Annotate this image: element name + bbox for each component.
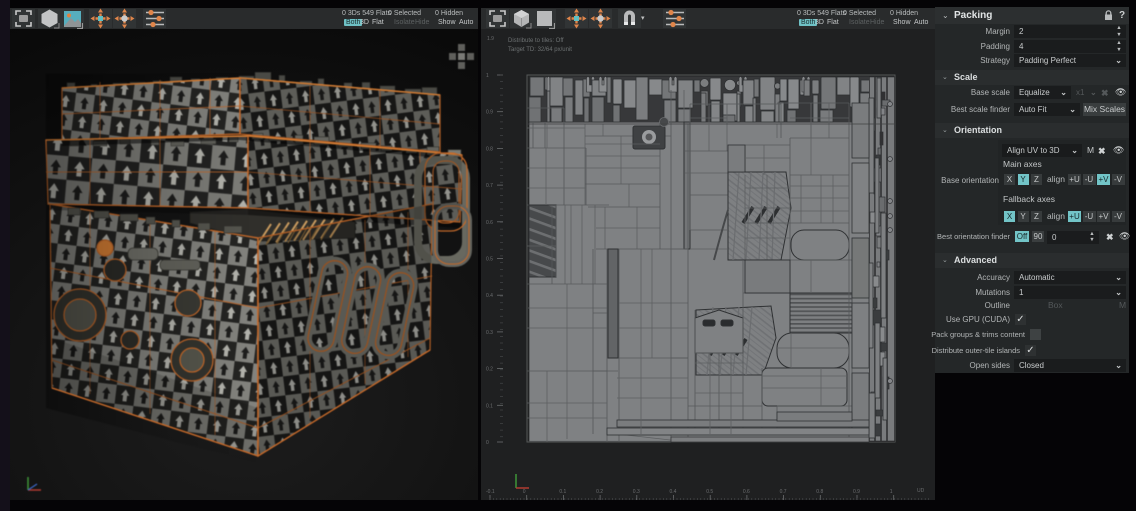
svg-text:0.8: 0.8 <box>486 146 493 152</box>
svg-text:Target TD: 32/64 px/unit: Target TD: 32/64 px/unit <box>508 47 572 53</box>
svg-text:0.5: 0.5 <box>706 489 713 495</box>
svg-text:0.4: 0.4 <box>670 489 677 495</box>
svg-text:0.7: 0.7 <box>780 489 787 495</box>
svg-text:1: 1 <box>486 73 489 79</box>
svg-text:UD: UD <box>917 488 925 494</box>
svg-text:0.3: 0.3 <box>633 489 640 495</box>
svg-text:0.8: 0.8 <box>816 489 823 495</box>
svg-text:0.6: 0.6 <box>743 489 750 495</box>
svg-text:0.2: 0.2 <box>596 489 603 495</box>
svg-text:0.4: 0.4 <box>486 293 493 299</box>
svg-text:0: 0 <box>486 440 489 446</box>
svg-text:0.6: 0.6 <box>486 220 493 226</box>
svg-text:0.5: 0.5 <box>486 257 493 263</box>
svg-text:0.3: 0.3 <box>486 330 493 336</box>
svg-text:1: 1 <box>890 489 893 495</box>
svg-text:-0.1: -0.1 <box>486 489 495 495</box>
svg-text:0.7: 0.7 <box>486 183 493 189</box>
svg-text:0.9: 0.9 <box>486 110 493 116</box>
svg-text:Distribute to tiles: Off: Distribute to tiles: Off <box>508 38 564 44</box>
svg-text:0.9: 0.9 <box>853 489 860 495</box>
svg-text:0.1: 0.1 <box>486 403 493 409</box>
svg-text:0.1: 0.1 <box>559 489 566 495</box>
svg-text:0: 0 <box>523 489 526 495</box>
svg-text:1.9: 1.9 <box>487 36 494 42</box>
svg-text:0.2: 0.2 <box>486 367 493 373</box>
